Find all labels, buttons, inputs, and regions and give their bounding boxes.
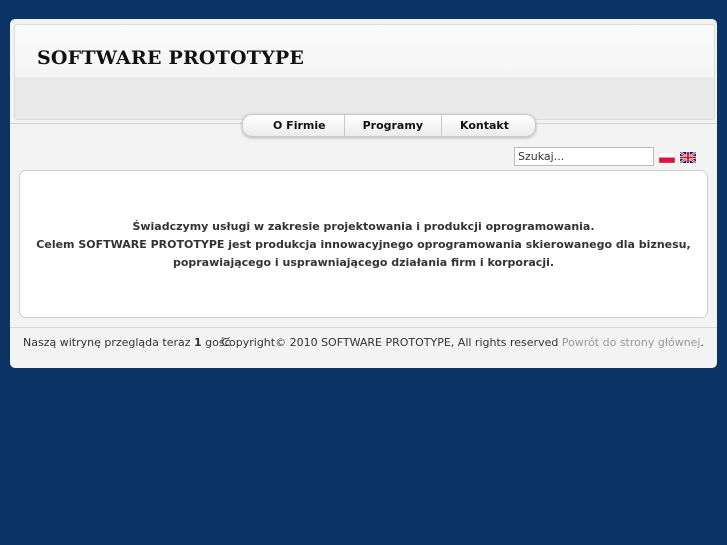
visitor-counter: Naszą witrynę przegląda teraz 1 gość: [23, 336, 231, 349]
header: SOFTWARE PROTOTYPE: [14, 24, 715, 120]
intro-line-1: Świadczymy usługi w zakresie projektowan…: [132, 220, 595, 233]
search-input[interactable]: [514, 147, 654, 166]
home-link[interactable]: Powrót do strony głównej: [562, 336, 701, 349]
nav-item-programy[interactable]: Programy: [345, 115, 442, 136]
page-container: SOFTWARE PROTOTYPE O Firmie Programy Kon…: [10, 19, 717, 368]
home-link-suffix: .: [700, 336, 705, 349]
visitors-count: 1: [194, 336, 202, 349]
copyright-text: Copyright© 2010 SOFTWARE PROTOTYPE, All …: [221, 336, 559, 349]
nav-item-o-firmie[interactable]: O Firmie: [251, 115, 345, 136]
visitors-prefix: Naszą witrynę przegląda teraz: [23, 336, 191, 349]
intro-line-3: poprawiającego i usprawniającego działan…: [172, 256, 555, 269]
site-logo[interactable]: SOFTWARE PROTOTYPE: [37, 47, 304, 69]
polish-flag-icon[interactable]: [659, 152, 675, 163]
intro-line-2: Celem SOFTWARE PROTOTYPE jest produkcja …: [36, 238, 691, 251]
intro-text: Świadczymy usługi w zakresie projektowan…: [20, 218, 707, 272]
main-nav: O Firmie Programy Kontakt: [242, 114, 536, 137]
nav-item-kontakt[interactable]: Kontakt: [442, 115, 527, 136]
footer-divider: [10, 327, 717, 328]
english-flag-icon[interactable]: [680, 152, 696, 163]
footer-copyright: Copyright© 2010 SOFTWARE PROTOTYPE, All …: [221, 336, 704, 349]
content-box: Świadczymy usługi w zakresie projektowan…: [19, 170, 708, 318]
